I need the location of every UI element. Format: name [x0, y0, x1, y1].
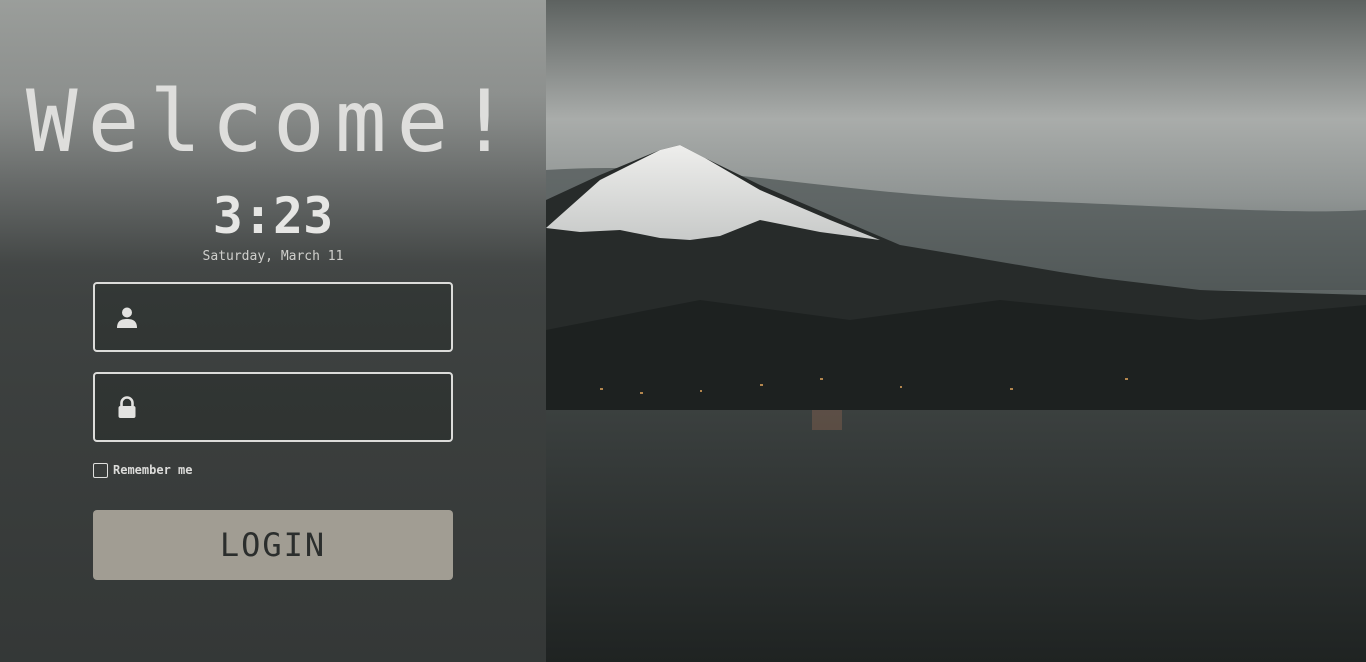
remember-me-label: Remember me — [113, 463, 193, 477]
welcome-heading: Welcome! — [25, 72, 521, 172]
remember-me[interactable]: Remember me — [93, 461, 192, 479]
password-field[interactable] — [93, 372, 453, 442]
remember-me-checkbox[interactable] — [93, 462, 108, 478]
clock-time: 3:23 — [212, 187, 334, 245]
clock-date: Saturday, March 11 — [202, 249, 344, 264]
password-input[interactable] — [157, 374, 441, 442]
user-icon — [115, 305, 139, 329]
login-button[interactable]: LOGIN — [93, 510, 453, 580]
lock-icon — [115, 395, 139, 419]
username-field[interactable] — [93, 282, 453, 352]
login-panel: Welcome! 3:23 Saturday, March 11 Remembe… — [0, 0, 546, 662]
username-input[interactable] — [157, 284, 441, 352]
